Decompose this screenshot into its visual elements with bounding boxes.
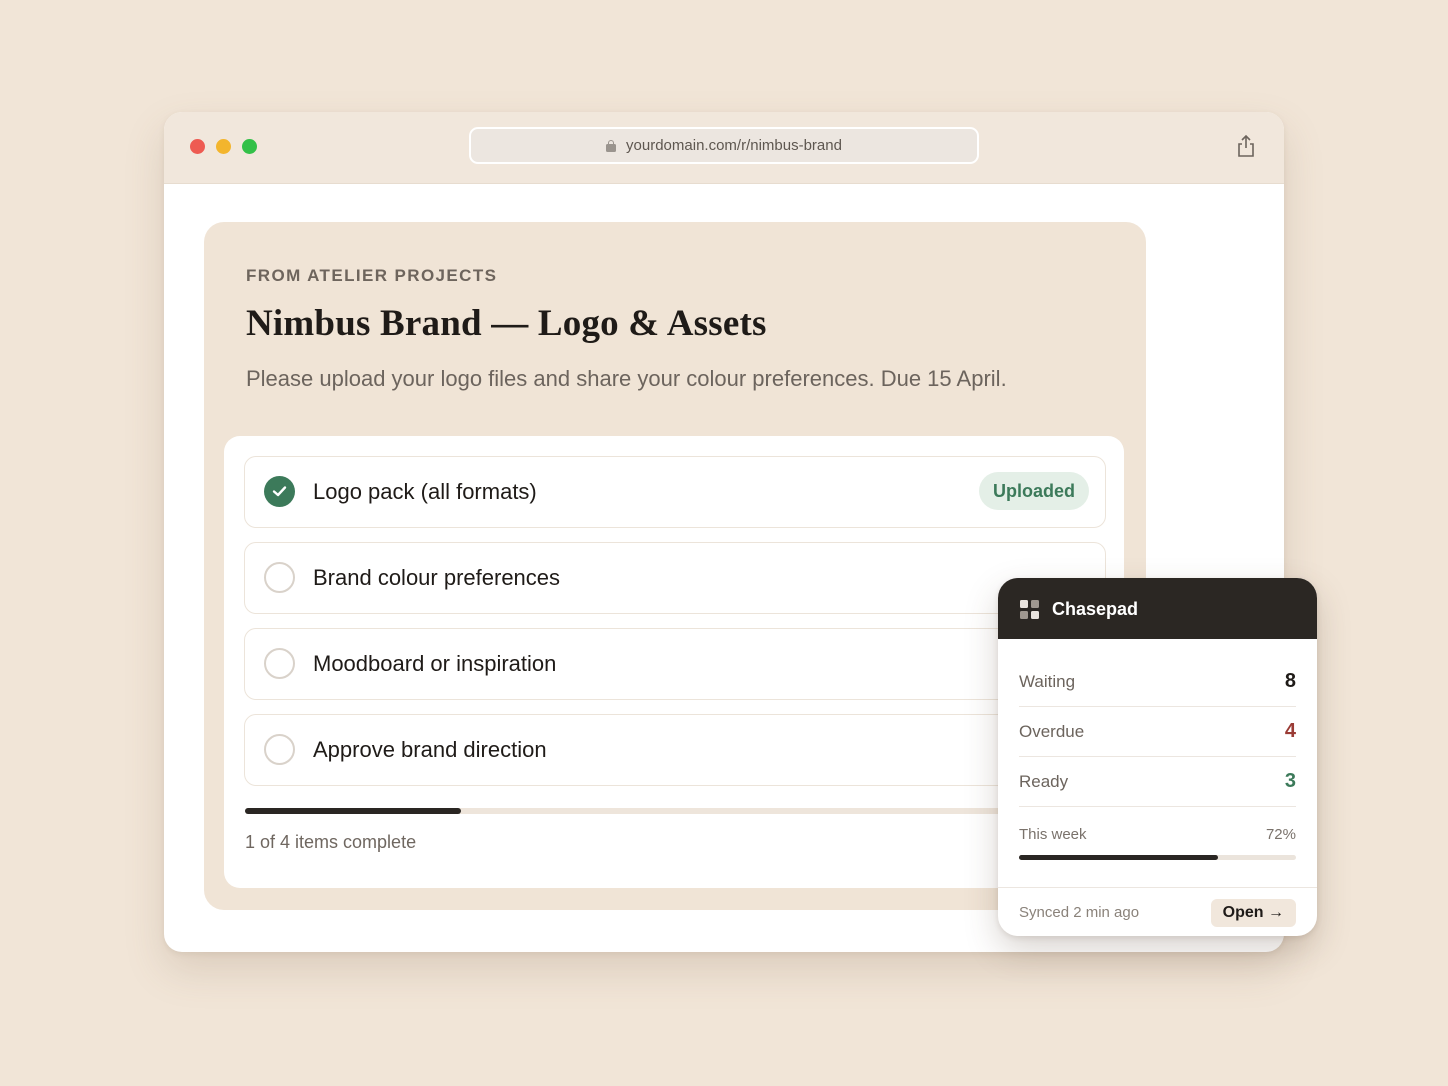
stat-label: Ready	[1019, 772, 1069, 791]
checklist-item-brand-colours[interactable]: Brand colour preferences	[244, 542, 1106, 614]
stat-label: Waiting	[1019, 672, 1076, 691]
address-bar[interactable]: yourdomain.com/r/nimbus-brand	[469, 127, 979, 164]
stat-label: Overdue	[1019, 722, 1085, 741]
widget-header: Chasepad	[998, 578, 1317, 639]
request-title: Nimbus Brand — Logo & Assets	[246, 303, 767, 344]
stat-row-waiting: Waiting 8	[1019, 657, 1296, 707]
stat-value: 8	[1284, 670, 1296, 692]
maximize-window-button[interactable]	[242, 139, 257, 154]
stat-value: 4	[1284, 720, 1296, 742]
checked-icon[interactable]	[264, 476, 295, 507]
checklist-item-label: Moodboard or inspiration	[313, 651, 557, 676]
widget-footer: Synced 2 min ago Open →	[998, 887, 1317, 936]
stat-value: 3	[1284, 770, 1296, 792]
widget-title: Chasepad	[1052, 599, 1139, 619]
checklist-item-label: Approve brand direction	[313, 737, 547, 762]
progress-text: 1 of 4 items complete	[245, 832, 417, 852]
grid-icon	[1020, 600, 1040, 620]
minimize-window-button[interactable]	[216, 139, 231, 154]
stat-row-ready: Ready 3	[1019, 757, 1296, 807]
unchecked-circle-icon[interactable]	[264, 734, 295, 765]
checklist-item-label: Brand colour preferences	[313, 565, 561, 590]
request-description: Please upload your logo files and share …	[246, 366, 1007, 391]
checklist-item-label: Logo pack (all formats)	[313, 479, 537, 504]
request-source: FROM ATELIER PROJECTS	[246, 266, 498, 285]
lock-icon	[606, 139, 617, 152]
stat-row-overdue: Overdue 4	[1019, 707, 1296, 757]
sync-status: Synced 2 min ago	[1019, 904, 1140, 921]
unchecked-circle-icon[interactable]	[264, 648, 295, 679]
unchecked-circle-icon[interactable]	[264, 562, 295, 593]
chasepad-widget: Chasepad Waiting 8 Overdue 4 Ready 3 Thi…	[998, 578, 1317, 936]
browser-titlebar: yourdomain.com/r/nimbus-brand	[164, 112, 1284, 184]
share-icon[interactable]	[1236, 134, 1256, 158]
week-label: This week	[1019, 826, 1087, 843]
checklist-item-approve-direction[interactable]: Approve brand direction	[244, 714, 1106, 786]
open-button[interactable]: Open →	[1210, 899, 1296, 927]
week-percentage: 72%	[1265, 826, 1296, 843]
progress-bar-fill	[245, 808, 461, 814]
progress-bar	[245, 808, 1107, 814]
status-badge: Uploaded	[978, 472, 1089, 510]
checklist: Logo pack (all formats) Uploaded Brand c…	[224, 436, 1124, 888]
close-window-button[interactable]	[190, 139, 205, 154]
checklist-item-moodboard[interactable]: Moodboard or inspiration	[244, 628, 1106, 700]
url-text: yourdomain.com/r/nimbus-brand	[626, 137, 842, 154]
checklist-item-logo-pack[interactable]: Logo pack (all formats) Uploaded	[244, 456, 1106, 528]
week-progress-bar	[1019, 855, 1296, 860]
week-progress-fill	[1019, 855, 1219, 860]
